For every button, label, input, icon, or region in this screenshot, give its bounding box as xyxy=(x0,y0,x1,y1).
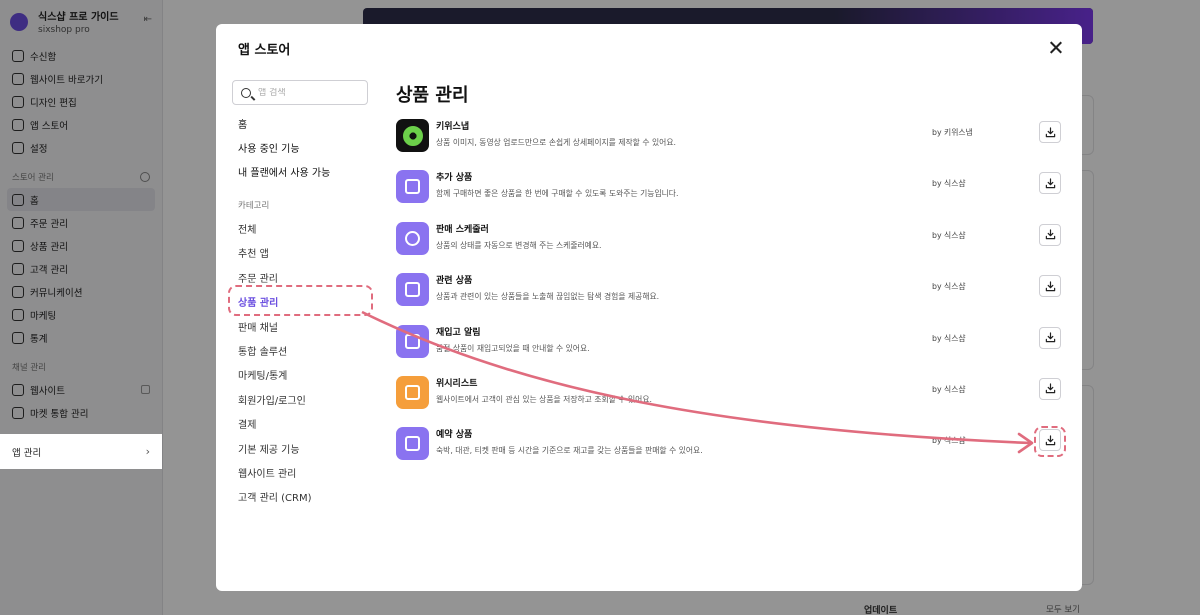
app-name: 재입고 알림 xyxy=(436,327,481,338)
category-label: 카테고리 xyxy=(238,201,270,211)
app-icon-glyph xyxy=(405,282,420,298)
app-icon-glyph xyxy=(405,333,420,349)
category-item[interactable]: 추천 앱 xyxy=(238,245,312,269)
megaphone-icon xyxy=(396,324,429,358)
download-icon xyxy=(1045,229,1055,240)
highlight-category xyxy=(228,285,373,316)
download-icon xyxy=(1045,332,1055,343)
app-manage-menu-item[interactable]: 앱 관리 › xyxy=(0,434,162,469)
category-item[interactable]: 판매 채널 xyxy=(238,319,312,343)
download-icon xyxy=(1045,178,1055,189)
app-row[interactable]: 예약 상품숙박, 대관, 티켓 판매 등 시간을 기준으로 재고를 갖는 상품들… xyxy=(396,424,1066,475)
category-item[interactable]: 전체 xyxy=(238,221,312,245)
app-name: 판매 스케줄러 xyxy=(436,224,489,235)
download-button[interactable] xyxy=(1039,223,1061,246)
app-row[interactable]: 키위스냅상품 이미지, 동영상 업로드만으로 손쉽게 상세페이지를 제작할 수 … xyxy=(396,116,1066,167)
content-title: 상품 관리 xyxy=(396,85,469,106)
app-list: 키위스냅상품 이미지, 동영상 업로드만으로 손쉽게 상세페이지를 제작할 수 … xyxy=(396,116,1066,476)
category-item[interactable]: 마케팅/통계 xyxy=(238,367,312,391)
category-item[interactable]: 기본 제공 기능 xyxy=(238,441,312,465)
category-item[interactable]: 고객 관리 (CRM) xyxy=(238,489,312,513)
download-button[interactable] xyxy=(1039,121,1061,143)
app-by: by 식스샵 xyxy=(932,179,966,189)
app-desc: 숙박, 대관, 티켓 판매 등 시간을 기준으로 재고를 갖는 상품들을 판매할… xyxy=(436,446,703,456)
highlight-download-button xyxy=(1034,426,1066,457)
camera-lens-icon xyxy=(396,119,429,152)
chevron-right-icon: › xyxy=(145,445,150,458)
download-icon xyxy=(1045,126,1055,137)
app-search[interactable] xyxy=(232,80,368,105)
app-by: by 식스샵 xyxy=(932,436,966,446)
app-name: 키위스냅 xyxy=(436,122,470,132)
app-by: by 식스샵 xyxy=(932,282,966,292)
download-icon xyxy=(1045,280,1055,291)
app-desc: 상품 이미지, 동영상 업로드만으로 손쉽게 상세페이지를 제작할 수 있어요. xyxy=(436,138,676,147)
app-by: by 키위스냅 xyxy=(932,128,973,137)
app-row[interactable]: 재입고 알림품절 상품이 재입고되었을 때 안내할 수 있어요. by 식스샵 xyxy=(396,322,1066,373)
app-icon-glyph xyxy=(405,179,420,195)
nav-in-use[interactable]: 사용 중인 기능 xyxy=(238,140,300,155)
app-by: by 식스샵 xyxy=(932,384,966,394)
category-item[interactable]: 통합 솔루션 xyxy=(238,343,312,367)
bag-plus-icon xyxy=(396,170,429,204)
download-button[interactable] xyxy=(1039,172,1061,195)
app-row[interactable]: 판매 스케줄러상품의 상태를 자동으로 변경해 주는 스케줄러예요. by 식스샵 xyxy=(396,219,1066,270)
app-by: by 식스샵 xyxy=(932,333,966,343)
app-name: 위시리스트 xyxy=(436,378,478,389)
app-icon-glyph xyxy=(405,436,420,452)
download-button[interactable] xyxy=(1039,326,1061,349)
app-row[interactable]: 위시리스트웹사이트에서 고객이 관심 있는 상품을 저장하고 조회할 수 있어요… xyxy=(396,373,1066,424)
search-icon xyxy=(241,87,251,98)
app-icon-glyph xyxy=(405,230,420,246)
app-row[interactable]: 추가 상품함께 구매하면 좋은 상품을 한 번에 구매할 수 있도록 도와주는 … xyxy=(396,167,1066,218)
nav-home[interactable]: 홈 xyxy=(238,116,247,131)
app-desc: 품절 상품이 재입고되었을 때 안내할 수 있어요. xyxy=(436,343,590,353)
category-item[interactable]: 웹사이트 관리 xyxy=(238,465,312,489)
app-name: 추가 상품 xyxy=(436,173,473,184)
timer-icon xyxy=(396,221,429,255)
app-desc: 상품의 상태를 자동으로 변경해 주는 스케줄러예요. xyxy=(436,240,602,250)
squares-icon xyxy=(396,273,429,307)
download-icon xyxy=(1045,383,1055,394)
nav-available-in-plan[interactable]: 내 플랜에서 사용 가능 xyxy=(238,164,330,179)
app-desc: 웹사이트에서 고객이 관심 있는 상품을 저장하고 조회할 수 있어요. xyxy=(436,394,652,404)
app-manage-label: 앱 관리 xyxy=(12,447,42,459)
app-row[interactable]: 관련 상품상품과 관련이 있는 상품들을 노출해 끊임없는 탐색 경험을 제공해… xyxy=(396,270,1066,321)
app-by: by 식스샵 xyxy=(932,230,966,240)
app-desc: 상품과 관련이 있는 상품들을 노출해 끊임없는 탐색 경험을 제공해요. xyxy=(436,292,660,302)
download-button[interactable] xyxy=(1039,275,1061,298)
category-item[interactable]: 결제 xyxy=(238,416,312,440)
app-name: 관련 상품 xyxy=(436,276,473,287)
app-desc: 함께 구매하면 좋은 상품을 한 번에 구매할 수 있도록 도와주는 기능입니다… xyxy=(436,189,679,199)
heart-box-icon xyxy=(396,375,429,409)
calendar-icon xyxy=(396,427,429,461)
category-list: 전체 추천 앱 주문 관리 상품 관리 판매 채널 통합 솔루션 마케팅/통계 회원가입/로그… xyxy=(238,221,312,514)
category-item[interactable]: 회원가입/로그인 xyxy=(238,392,312,416)
download-button[interactable] xyxy=(1039,377,1061,400)
app-name: 예약 상품 xyxy=(436,430,473,441)
app-icon-glyph xyxy=(402,125,423,146)
close-icon[interactable] xyxy=(1046,38,1066,58)
app-icon-glyph xyxy=(405,384,420,400)
search-input[interactable] xyxy=(258,87,358,98)
modal-title: 앱 스토어 xyxy=(238,43,291,58)
